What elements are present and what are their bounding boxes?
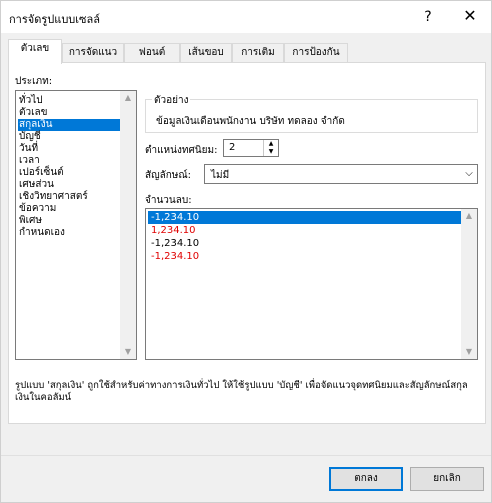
negative-item[interactable]: -1,234.10 — [148, 211, 461, 224]
negative-scrollbar[interactable]: ▲ ▼ — [461, 209, 477, 359]
category-item-general[interactable]: ทั่วไป — [18, 95, 120, 107]
tab-alignment[interactable]: การจัดแนว — [62, 43, 124, 63]
category-listbox[interactable]: ทั่วไป ตัวเลข สกุลเงิน บัญชี วันที่ เวลา… — [15, 90, 137, 360]
category-item-custom[interactable]: กำหนดเอง — [18, 227, 120, 239]
format-description: รูปแบบ 'สกุลเงิน' ถูกใช้สำหรับค่าทางการเ… — [15, 380, 468, 403]
tab-number[interactable]: ตัวเลข — [8, 39, 62, 64]
scroll-down-icon[interactable]: ▼ — [120, 345, 136, 359]
symbol-label: สัญลักษณ์: — [145, 170, 192, 181]
category-item-fraction[interactable]: เศษส่วน — [18, 179, 120, 191]
divider — [1, 455, 491, 456]
title-bar: การจัดรูปแบบเซลล์ ? ✕ — [1, 1, 491, 33]
negative-numbers-label: จำนวนลบ: — [145, 195, 192, 206]
number-tab-panel: ประเภท: ทั่วไป ตัวเลข สกุลเงิน บัญชี วัน… — [8, 62, 486, 424]
tab-border[interactable]: เส้นขอบ — [180, 43, 232, 63]
symbol-value: ไม่มี — [211, 170, 230, 181]
category-item-text[interactable]: ข้อความ — [18, 203, 120, 215]
negative-item[interactable]: 1,234.10 — [148, 224, 461, 237]
category-item-accounting[interactable]: บัญชี — [18, 131, 120, 143]
category-label: ประเภท: — [15, 76, 53, 87]
category-item-percentage[interactable]: เปอร์เซ็นต์ — [18, 167, 120, 179]
tab-protection[interactable]: การป้องกัน — [284, 43, 348, 63]
tab-fill[interactable]: การเติม — [232, 43, 284, 63]
cancel-button[interactable]: ยกเลิก — [410, 467, 484, 491]
tab-font[interactable]: ฟอนต์ — [124, 43, 180, 63]
stepper-buttons: ▲ ▼ — [263, 140, 278, 156]
format-cells-dialog: การจัดรูปแบบเซลล์ ? ✕ ตัวเลข การจัดแนว ฟ… — [0, 0, 492, 503]
help-button[interactable]: ? — [416, 6, 440, 28]
category-scrollbar[interactable]: ▲ ▼ — [120, 91, 136, 359]
negative-item[interactable]: -1,234.10 — [148, 237, 461, 250]
negative-item[interactable]: -1,234.10 — [148, 250, 461, 263]
scroll-up-icon[interactable]: ▲ — [461, 209, 477, 223]
category-item-date[interactable]: วันที่ — [18, 143, 120, 155]
decimal-places-stepper[interactable]: 2 ▲ ▼ — [223, 139, 279, 157]
stepper-up-icon[interactable]: ▲ — [264, 140, 278, 148]
sample-value: ข้อมูลเงินเดือนพนักงาน บริษัท ทดลอง จำกั… — [156, 116, 345, 127]
sample-group: ตัวอย่าง ข้อมูลเงินเดือนพนักงาน บริษัท ท… — [145, 93, 478, 133]
category-item-time[interactable]: เวลา — [18, 155, 120, 167]
scroll-down-icon[interactable]: ▼ — [461, 345, 477, 359]
category-item-currency[interactable]: สกุลเงิน — [18, 119, 120, 131]
scroll-up-icon[interactable]: ▲ — [120, 91, 136, 105]
category-item-special[interactable]: พิเศษ — [18, 215, 120, 227]
negative-numbers-listbox[interactable]: -1,234.10 1,234.10 -1,234.10 -1,234.10 ▲… — [145, 208, 478, 360]
category-item-scientific[interactable]: เชิงวิทยาศาสตร์ — [18, 191, 120, 203]
ok-button[interactable]: ตกลง — [329, 467, 403, 491]
decimal-places-value[interactable]: 2 — [229, 142, 235, 153]
symbol-select[interactable]: ไม่มี ⌵ — [204, 164, 478, 184]
close-icon[interactable]: ✕ — [455, 3, 485, 29]
tab-strip: ตัวเลข การจัดแนว ฟอนต์ เส้นขอบ การเติม ก… — [8, 39, 488, 64]
stepper-down-icon[interactable]: ▼ — [264, 148, 278, 156]
decimal-places-label: ตำแหน่งทศนิยม: — [145, 145, 218, 156]
sample-legend: ตัวอย่าง — [152, 93, 191, 108]
dialog-title: การจัดรูปแบบเซลล์ — [9, 13, 100, 26]
category-item-number[interactable]: ตัวเลข — [18, 107, 120, 119]
chevron-down-icon[interactable]: ⌵ — [461, 165, 477, 183]
